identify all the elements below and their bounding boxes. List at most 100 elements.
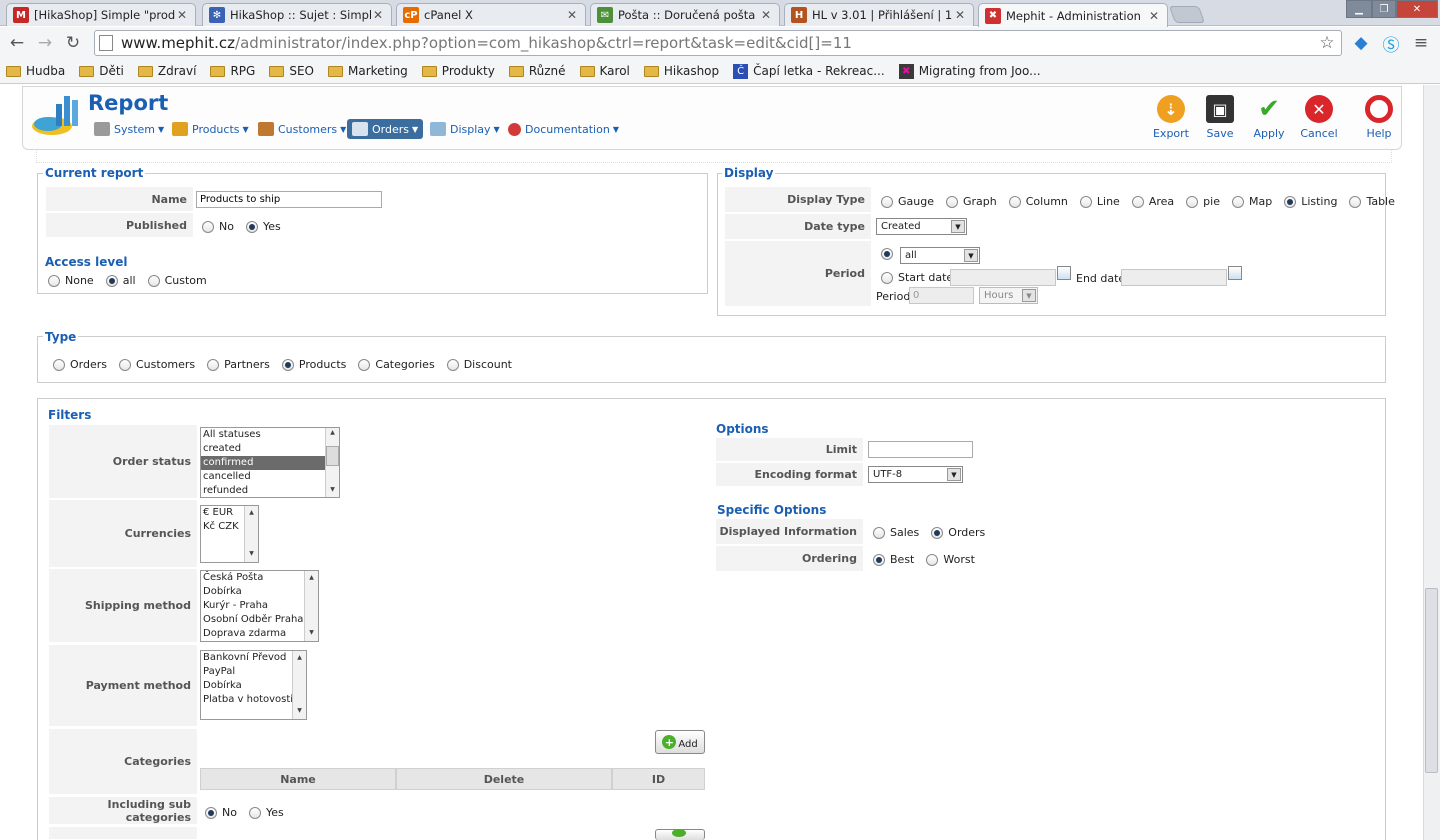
start-date-input[interactable] bbox=[950, 269, 1056, 286]
list-item[interactable]: All statuses bbox=[201, 428, 339, 442]
menu-icon[interactable]: ≡ bbox=[1410, 32, 1432, 54]
type-customers-radio[interactable] bbox=[119, 358, 131, 371]
menu-display[interactable]: Display ▼ bbox=[430, 119, 500, 139]
type-discount-radio[interactable] bbox=[446, 358, 459, 371]
add-button-partial[interactable] bbox=[655, 829, 705, 840]
order-status-listbox[interactable]: All statuses created confirmed cancelled… bbox=[200, 427, 340, 498]
new-tab-button[interactable] bbox=[1168, 6, 1206, 23]
menu-products[interactable]: Products ▼ bbox=[172, 119, 249, 139]
display-area-radio[interactable] bbox=[1131, 195, 1144, 208]
browser-tab-6[interactable]: ✖ Mephit - Administration ✕ bbox=[978, 3, 1168, 27]
scrollbar-thumb[interactable] bbox=[326, 446, 339, 466]
back-icon[interactable]: ← bbox=[6, 32, 28, 54]
browser-tab-3[interactable]: cP cPanel X ✕ bbox=[396, 3, 586, 26]
display-listing-radio[interactable] bbox=[1284, 195, 1297, 208]
forward-icon[interactable]: → bbox=[34, 32, 56, 54]
reload-icon[interactable]: ↻ bbox=[62, 32, 84, 54]
bookmark-hikashop[interactable]: Hikashop bbox=[643, 64, 719, 78]
limit-input[interactable] bbox=[868, 441, 973, 458]
extension-icon[interactable]: ◆ bbox=[1350, 32, 1372, 54]
type-orders-radio[interactable] bbox=[53, 358, 65, 371]
bookmark-capi-letka[interactable]: Č Čapí letka - Rekreac... bbox=[733, 63, 885, 79]
listbox-scrollbar[interactable]: ▲ ▼ bbox=[244, 506, 258, 562]
list-item[interactable]: cancelled bbox=[201, 470, 339, 484]
subcat-yes-radio[interactable] bbox=[248, 806, 261, 819]
bookmark-seo[interactable]: SEO bbox=[269, 64, 314, 78]
list-item[interactable]: Česká Pošta bbox=[201, 571, 318, 585]
bookmark-deti[interactable]: Děti bbox=[79, 64, 124, 78]
bookmark-zdravi[interactable]: Zdraví bbox=[137, 64, 196, 78]
listbox-scrollbar[interactable]: ▲ ▼ bbox=[325, 428, 339, 497]
access-none-radio[interactable] bbox=[48, 274, 60, 287]
list-item[interactable]: Osobní Odběr Praha bbox=[201, 613, 318, 627]
ordering-best-radio[interactable] bbox=[873, 553, 885, 566]
close-icon[interactable]: ✕ bbox=[371, 8, 385, 22]
listbox-scrollbar[interactable]: ▲ ▼ bbox=[292, 651, 306, 719]
calendar-icon[interactable] bbox=[1057, 266, 1071, 280]
date-type-select[interactable]: Created ▼ bbox=[876, 218, 967, 235]
name-input[interactable] bbox=[196, 191, 382, 208]
display-graph-radio[interactable] bbox=[946, 195, 958, 208]
period-value-input[interactable] bbox=[909, 287, 974, 304]
cancel-button[interactable]: ✕ Cancel bbox=[1294, 95, 1344, 140]
type-products-radio[interactable] bbox=[281, 358, 294, 371]
skype-icon[interactable]: Ⓢ bbox=[1380, 32, 1402, 56]
list-item[interactable]: PayPal bbox=[201, 665, 306, 679]
displayed-sales-radio[interactable] bbox=[873, 526, 885, 539]
browser-tab-2[interactable]: ✻ HikaShop :: Sujet : Simple ✕ bbox=[202, 3, 392, 26]
display-map-radio[interactable] bbox=[1231, 195, 1244, 208]
close-icon[interactable]: ✕ bbox=[565, 8, 579, 22]
bookmark-hudba[interactable]: Hudba bbox=[6, 64, 65, 78]
published-no-radio[interactable] bbox=[202, 220, 214, 233]
displayed-orders-radio[interactable] bbox=[931, 526, 944, 539]
export-button[interactable]: ⇣ Export bbox=[1146, 95, 1196, 140]
calendar-icon[interactable] bbox=[1228, 266, 1242, 280]
browser-tab-1[interactable]: M [HikaShop] Simple "produ ✕ bbox=[6, 3, 196, 26]
star-icon[interactable]: ☆ bbox=[1316, 32, 1338, 54]
access-all-radio[interactable] bbox=[105, 274, 118, 287]
subcat-no-radio[interactable] bbox=[205, 806, 217, 819]
period-unit-select[interactable]: Hours ▼ bbox=[979, 287, 1038, 304]
list-item[interactable]: refunded bbox=[201, 484, 339, 497]
list-item[interactable]: Dobírka bbox=[201, 585, 318, 599]
published-yes-radio[interactable] bbox=[245, 220, 258, 233]
list-item[interactable]: Dobírka bbox=[201, 679, 306, 693]
display-column-radio[interactable] bbox=[1008, 195, 1021, 208]
bookmark-migrating[interactable]: ✖ Migrating from Joo... bbox=[898, 63, 1041, 79]
bookmark-marketing[interactable]: Marketing bbox=[327, 64, 408, 78]
display-gauge-radio[interactable] bbox=[881, 195, 893, 208]
add-category-button[interactable]: + Add bbox=[655, 730, 705, 754]
period-range-radio[interactable] bbox=[881, 271, 893, 284]
list-item[interactable]: Bankovní Převod bbox=[201, 651, 306, 665]
close-icon[interactable]: ✕ bbox=[175, 8, 189, 22]
display-pie-radio[interactable] bbox=[1186, 195, 1199, 208]
period-all-select[interactable]: all ▼ bbox=[900, 247, 980, 264]
scrollbar-thumb[interactable] bbox=[1425, 588, 1438, 773]
bookmark-produkty[interactable]: Produkty bbox=[421, 64, 495, 78]
browser-tab-5[interactable]: H HL v 3.01 | Přihlášení | 104 ✕ bbox=[784, 3, 974, 26]
maximize-button[interactable]: ❐ bbox=[1372, 0, 1396, 18]
period-all-radio[interactable] bbox=[881, 248, 893, 260]
list-item[interactable]: confirmed bbox=[201, 456, 339, 470]
close-window-button[interactable]: ✕ bbox=[1396, 0, 1438, 18]
currencies-listbox[interactable]: € EUR Kč CZK ▲ ▼ bbox=[200, 505, 259, 563]
close-icon[interactable]: ✕ bbox=[759, 8, 773, 22]
address-bar[interactable]: www.mephit.cz/administrator/index.php?op… bbox=[94, 30, 1342, 56]
bookmark-karol[interactable]: Karol bbox=[579, 64, 630, 78]
help-button[interactable]: Help bbox=[1354, 95, 1404, 140]
type-categories-radio[interactable] bbox=[358, 358, 371, 371]
encoding-format-select[interactable]: UTF-8 ▼ bbox=[868, 466, 963, 483]
list-item[interactable]: Kurýr - Praha bbox=[201, 599, 318, 613]
menu-customers[interactable]: Customers ▼ bbox=[258, 119, 346, 139]
menu-documentation[interactable]: Documentation ▼ bbox=[508, 119, 619, 139]
bookmark-rpg[interactable]: RPG bbox=[210, 64, 255, 78]
listbox-scrollbar[interactable]: ▲ ▼ bbox=[304, 571, 318, 641]
close-icon[interactable]: ✕ bbox=[953, 8, 967, 22]
display-line-radio[interactable] bbox=[1079, 195, 1092, 208]
list-item[interactable]: created bbox=[201, 442, 339, 456]
ordering-worst-radio[interactable] bbox=[926, 553, 939, 566]
list-item[interactable]: Doprava zdarma bbox=[201, 627, 318, 641]
save-button[interactable]: ▣ Save bbox=[1195, 95, 1245, 140]
browser-tab-4[interactable]: ✉ Pošta :: Doručená pošta (6 ✕ bbox=[590, 3, 780, 26]
payment-method-listbox[interactable]: Bankovní Převod PayPal Dobírka Platba v … bbox=[200, 650, 307, 720]
